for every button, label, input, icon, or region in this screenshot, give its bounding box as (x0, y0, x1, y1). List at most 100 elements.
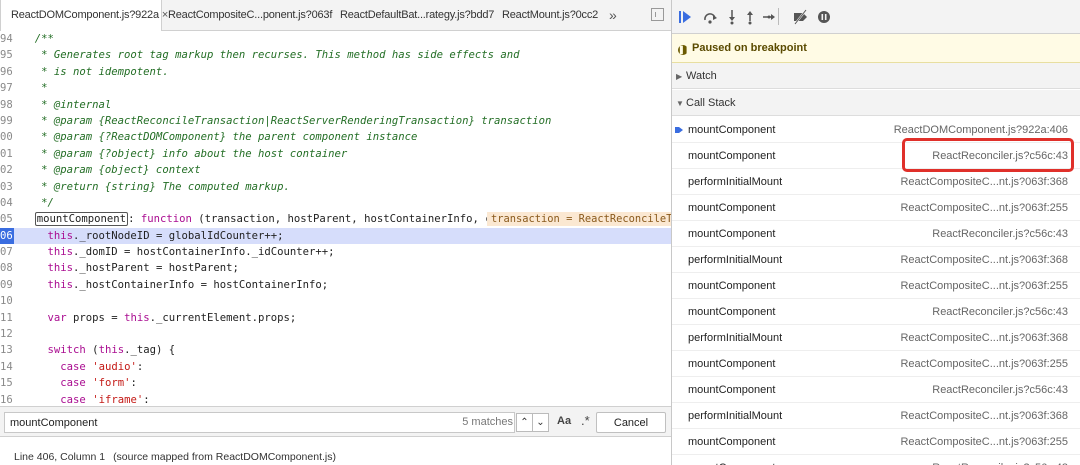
call-stack-frame[interactable]: performInitialMount ReactCompositeC...nt.… (672, 247, 1080, 273)
code-line[interactable]: 02 * @param {object} context (0, 162, 671, 178)
code-line[interactable]: 09 this._hostContainerInfo = hostContain… (0, 277, 671, 293)
step-into-icon[interactable] (726, 7, 738, 27)
line-number[interactable]: 94 (0, 31, 20, 47)
code-line[interactable]: 07 this._domID = hostContainerInfo._idCo… (0, 244, 671, 260)
match-case-button[interactable]: Aa (557, 415, 571, 427)
line-number[interactable]: 08 (0, 260, 20, 276)
line-number[interactable]: 05 (0, 211, 20, 227)
tab-react-mount[interactable]: ReactMount.js?0cc2 (502, 0, 598, 31)
resume-icon[interactable] (678, 7, 692, 27)
code-view[interactable]: 94 /** 95 * Generates root tag markup the… (0, 31, 671, 406)
call-stack-frame[interactable]: mountComponent ReactCompositeC...nt.js?06… (672, 195, 1080, 221)
line-number[interactable]: 98 (0, 97, 20, 113)
previous-match-button[interactable]: ⌃ (516, 413, 533, 432)
code-line[interactable]: 11 var props = this._currentElement.prop… (0, 310, 671, 326)
call-stack-section-header[interactable]: ▼ Call Stack (672, 90, 1080, 116)
call-stack-frame[interactable]: performInitialMount ReactCompositeC...nt.… (672, 403, 1080, 429)
frame-location[interactable]: ReactCompositeC...nt.js?063f:255 (900, 429, 1068, 455)
line-number[interactable]: 07 (0, 244, 20, 260)
frame-location[interactable]: ReactDOMComponent.js?922a:406 (894, 117, 1068, 143)
line-number[interactable]: 01 (0, 146, 20, 162)
line-number[interactable]: 11 (0, 310, 20, 326)
frame-location[interactable]: ReactReconciler.js?c56c:43 (932, 377, 1068, 403)
line-number[interactable]: 00 (0, 129, 20, 145)
step-icon[interactable] (762, 7, 776, 27)
line-number[interactable]: 96 (0, 64, 20, 80)
code-line[interactable]: 96 * is not idempotent. (0, 64, 671, 80)
pause-on-exceptions-icon[interactable] (817, 7, 831, 27)
code-line[interactable]: 01 * @param {?object} info about the hos… (0, 146, 671, 162)
line-number[interactable]: 16 (0, 392, 20, 406)
code-line[interactable]: 94 /** (0, 31, 671, 47)
line-number[interactable]: 13 (0, 342, 20, 358)
regex-button[interactable]: .* (581, 413, 590, 428)
frame-location[interactable]: ReactCompositeC...nt.js?063f:255 (900, 273, 1068, 299)
line-number[interactable]: 97 (0, 80, 20, 96)
call-stack-frame[interactable]: mountComponent ReactReconciler.js?c56c:43 (672, 143, 1080, 169)
step-over-icon[interactable] (702, 7, 718, 27)
tab-react-composite-component[interactable]: ReactCompositeC...ponent.js?063f (168, 0, 332, 31)
line-number[interactable]: 03 (0, 179, 20, 195)
call-stack-frame[interactable]: mountComponent ReactReconciler.js?c56c:43 (672, 455, 1080, 465)
cancel-button[interactable]: Cancel (596, 412, 666, 433)
line-number[interactable]: 15 (0, 375, 20, 391)
code-line[interactable]: 15 case 'form': (0, 375, 671, 391)
call-stack-frame[interactable]: mountComponent ReactCompositeC...nt.js?06… (672, 351, 1080, 377)
code-line[interactable]: 08 this._hostParent = hostParent; (0, 260, 671, 276)
inline-variable-value: transaction = ReactReconcileTran (487, 212, 671, 227)
code-line[interactable]: 98 * @internal (0, 97, 671, 113)
frame-location[interactable]: ReactCompositeC...nt.js?063f:255 (900, 195, 1068, 221)
code-line[interactable]: 10 (0, 293, 671, 309)
more-tabs-icon[interactable]: » (609, 0, 617, 31)
tab-react-dom-component[interactable]: ReactDOMComponent.js?922a × (0, 0, 168, 31)
frame-function-name: mountComponent (688, 124, 776, 136)
call-stack-frame[interactable]: mountComponent ReactCompositeC...nt.js?06… (672, 429, 1080, 455)
code-line[interactable]: 12 (0, 326, 671, 342)
code-line[interactable]: 03 * @return {string} The computed marku… (0, 179, 671, 195)
frame-location[interactable]: ReactReconciler.js?c56c:43 (932, 299, 1068, 325)
code-line[interactable]: 05 mountComponent: function (transaction… (0, 211, 671, 227)
frame-location[interactable]: ReactReconciler.js?c56c:43 (932, 221, 1068, 247)
code-line[interactable]: 95 * Generates root tag markup then recu… (0, 47, 671, 63)
code-line[interactable]: 99 * @param {ReactReconcileTransaction|R… (0, 113, 671, 129)
deactivate-breakpoints-icon[interactable] (792, 7, 810, 27)
frame-location[interactable]: ReactCompositeC...nt.js?063f:368 (900, 247, 1068, 273)
current-execution-line[interactable]: 06 this._rootNodeID = globalIdCounter++; (0, 227, 671, 245)
code-line[interactable]: 04 */ (0, 195, 671, 211)
call-stack-frame[interactable]: mountComponent ReactCompositeC...nt.js?06… (672, 273, 1080, 299)
code-text: switch (this._tag) { (47, 344, 176, 357)
line-number[interactable]: 95 (0, 47, 20, 63)
line-number[interactable]: 06 (0, 227, 14, 245)
line-number[interactable]: 10 (0, 293, 20, 309)
line-number[interactable]: 02 (0, 162, 20, 178)
frame-location[interactable]: ReactCompositeC...nt.js?063f:368 (900, 325, 1068, 351)
frame-location[interactable]: ReactReconciler.js?c56c:43 (932, 143, 1068, 169)
frame-location[interactable]: ReactCompositeC...nt.js?063f:255 (900, 351, 1068, 377)
line-number[interactable]: 12 (0, 326, 20, 342)
call-stack-frame[interactable]: mountComponent ReactReconciler.js?c56c:43 (672, 377, 1080, 403)
editor-tab-bar: ReactDOMComponent.js?922a × ReactComposit… (0, 0, 671, 31)
line-number[interactable]: 04 (0, 195, 20, 211)
code-line[interactable]: 14 case 'audio': (0, 359, 671, 375)
code-line[interactable]: 97 * (0, 80, 671, 96)
line-number[interactable]: 09 (0, 277, 20, 293)
call-stack-frame[interactable]: mountComponent ReactReconciler.js?c56c:43 (672, 299, 1080, 325)
code-line[interactable]: 00 * @param {?ReactDOMComponent} the par… (0, 129, 671, 145)
next-match-button[interactable]: ⌄ (532, 413, 549, 432)
step-out-icon[interactable] (744, 7, 756, 27)
source-map-info: (source mapped from ReactDOMComponent.js… (113, 451, 336, 463)
toggle-sidebar-icon[interactable] (651, 8, 664, 21)
frame-location[interactable]: ReactReconciler.js?c56c:43 (932, 455, 1068, 465)
code-line[interactable]: 16 case 'iframe': (0, 392, 671, 406)
code-line[interactable]: 13 switch (this._tag) { (0, 342, 671, 358)
frame-location[interactable]: ReactCompositeC...nt.js?063f:368 (900, 169, 1068, 195)
call-stack-frame[interactable]: performInitialMount ReactCompositeC...nt.… (672, 169, 1080, 195)
call-stack-frame[interactable]: performInitialMount ReactCompositeC...nt.… (672, 325, 1080, 351)
call-stack-frame[interactable]: mountComponent ReactDOMComponent.js?922a:… (672, 117, 1080, 143)
watch-section-header[interactable]: ▶ Watch (672, 63, 1080, 89)
call-stack-frame[interactable]: mountComponent ReactReconciler.js?c56c:43 (672, 221, 1080, 247)
line-number[interactable]: 14 (0, 359, 20, 375)
frame-location[interactable]: ReactCompositeC...nt.js?063f:368 (900, 403, 1068, 429)
line-number[interactable]: 99 (0, 113, 20, 129)
tab-react-default-batching-strategy[interactable]: ReactDefaultBat...rategy.js?bdd7 (340, 0, 494, 31)
